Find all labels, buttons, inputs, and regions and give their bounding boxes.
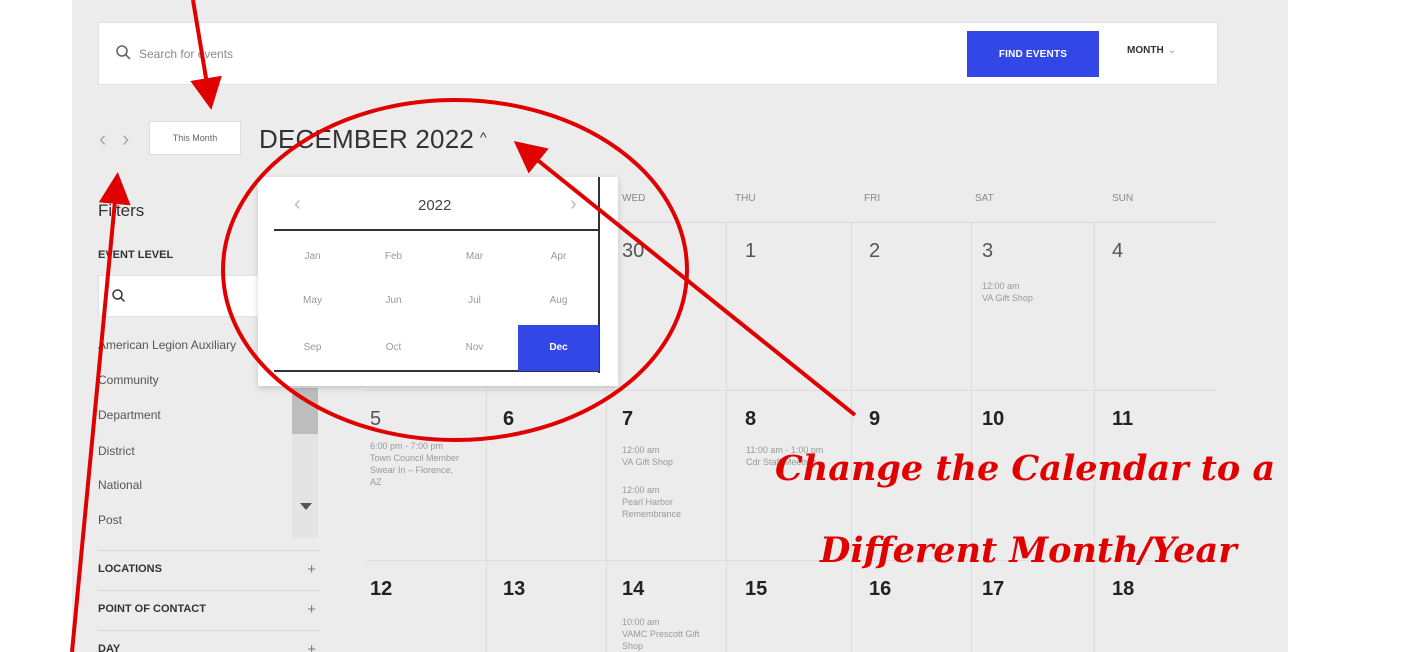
previous-month-arrow[interactable]: ‹ bbox=[99, 126, 106, 152]
day-number[interactable]: 6 bbox=[503, 408, 514, 431]
day-number[interactable]: 14 bbox=[622, 578, 644, 601]
filter-item[interactable]: Community bbox=[98, 373, 159, 387]
month-option[interactable]: Jun bbox=[353, 278, 434, 324]
day-number[interactable]: 3 bbox=[982, 240, 993, 263]
plus-icon: + bbox=[307, 641, 316, 652]
day-number[interactable]: 10 bbox=[982, 408, 1004, 431]
day-number[interactable]: 18 bbox=[1112, 578, 1134, 601]
event-level-heading[interactable]: EVENT LEVEL bbox=[98, 249, 173, 261]
event-search-bar: FIND EVENTS MONTH⌄ bbox=[98, 22, 1218, 85]
event-time: 6:00 pm - 7:00 pm bbox=[370, 441, 444, 451]
month-title-toggle[interactable]: DECEMBER 2022 ^ bbox=[259, 124, 487, 155]
day-number[interactable]: 7 bbox=[622, 408, 633, 431]
picker-year: 2022 bbox=[418, 197, 452, 214]
filters-heading: Filters bbox=[98, 201, 145, 220]
day-number[interactable]: 9 bbox=[869, 408, 880, 431]
filter-item[interactable]: Department bbox=[98, 408, 161, 422]
accordion-day[interactable]: DAY + bbox=[98, 630, 320, 652]
grid-line bbox=[366, 390, 1216, 391]
accordion-point-of-contact[interactable]: POINT OF CONTACT + bbox=[98, 590, 320, 630]
event-title: VA Gift Shop bbox=[622, 457, 673, 467]
filter-item[interactable]: Post bbox=[98, 513, 122, 527]
event-title: VA Gift Shop bbox=[982, 293, 1033, 303]
calendar-event[interactable]: 12:00 am VA Gift Shop bbox=[982, 280, 1082, 304]
annotation-text-line2: Different Month/Year bbox=[820, 530, 1237, 571]
search-input[interactable] bbox=[139, 41, 739, 67]
grid-line bbox=[971, 222, 972, 652]
month-option[interactable]: Apr bbox=[518, 234, 599, 280]
view-selector-label: MONTH bbox=[1127, 45, 1164, 56]
month-picker-popover: ‹ 2022 › Jan Feb Mar Apr May Jun Jul Aug… bbox=[258, 177, 618, 386]
view-selector[interactable]: MONTH ⌄ bbox=[1127, 45, 1176, 56]
event-time: 12:00 am bbox=[622, 445, 660, 455]
accordion-label: POINT OF CONTACT bbox=[98, 603, 206, 615]
event-title: Town Council Member Swear In – Florence,… bbox=[370, 453, 460, 487]
day-number[interactable]: 4 bbox=[1112, 240, 1123, 263]
search-icon bbox=[116, 45, 131, 60]
event-title: VAMC Prescott Gift Shop bbox=[622, 629, 700, 651]
plus-icon: + bbox=[307, 561, 316, 578]
accordion-label: DAY bbox=[98, 643, 121, 652]
event-title: Pearl Harbor Remembrance bbox=[622, 497, 682, 519]
filter-item[interactable]: National bbox=[98, 478, 142, 492]
month-option[interactable]: May bbox=[272, 278, 353, 324]
weekday-header: FRI bbox=[864, 193, 881, 204]
calendar-event[interactable]: 10:00 am VAMC Prescott Gift Shop bbox=[622, 616, 712, 652]
filter-scrollbar-thumb[interactable] bbox=[292, 388, 318, 434]
day-number[interactable]: 11 bbox=[1112, 408, 1133, 431]
weekday-header: THU bbox=[735, 193, 756, 204]
find-events-button[interactable]: FIND EVENTS bbox=[967, 31, 1099, 77]
month-option[interactable]: Oct bbox=[353, 325, 434, 371]
day-number[interactable]: 1 bbox=[745, 240, 756, 263]
day-number[interactable]: 17 bbox=[982, 578, 1004, 601]
grid-line bbox=[726, 222, 727, 652]
next-year-arrow[interactable]: › bbox=[570, 193, 577, 216]
annotation-text-line1: Change the Calendar to a bbox=[775, 448, 1276, 489]
event-time: 12:00 am bbox=[982, 281, 1020, 291]
month-option[interactable]: Mar bbox=[434, 234, 515, 280]
day-number[interactable]: 5 bbox=[370, 408, 381, 431]
filter-item[interactable]: District bbox=[98, 444, 135, 458]
grid-line bbox=[851, 222, 852, 652]
event-time: 12:00 am bbox=[622, 485, 660, 495]
next-month-arrow[interactable]: › bbox=[122, 126, 129, 152]
month-option[interactable]: Aug bbox=[518, 278, 599, 324]
scroll-down-arrow-icon[interactable] bbox=[300, 503, 312, 510]
month-option[interactable]: Jan bbox=[272, 234, 353, 280]
caret-up-icon: ^ bbox=[480, 129, 487, 145]
day-number[interactable]: 2 bbox=[869, 240, 880, 263]
grid-line bbox=[1094, 222, 1095, 652]
day-number[interactable]: 8 bbox=[745, 408, 756, 431]
this-month-button[interactable]: This Month bbox=[149, 121, 241, 155]
day-number[interactable]: 16 bbox=[869, 578, 891, 601]
month-title-text: DECEMBER 2022 bbox=[259, 124, 475, 154]
day-number[interactable]: 15 bbox=[745, 578, 767, 601]
weekday-header: WED bbox=[622, 193, 646, 204]
month-option[interactable]: Feb bbox=[353, 234, 434, 280]
calendar-event[interactable]: 12:00 am VA Gift Shop bbox=[622, 444, 712, 468]
previous-year-arrow[interactable]: ‹ bbox=[294, 193, 301, 216]
chevron-down-icon: ⌄ bbox=[1167, 45, 1177, 56]
filter-item[interactable]: American Legion Auxiliary bbox=[98, 338, 236, 352]
weekday-header: SUN bbox=[1112, 193, 1134, 204]
event-time: 10:00 am bbox=[622, 617, 660, 627]
day-number[interactable]: 13 bbox=[503, 578, 525, 601]
accordion-locations[interactable]: LOCATIONS + bbox=[98, 550, 320, 590]
divider bbox=[274, 229, 600, 231]
month-option[interactable]: Nov bbox=[434, 325, 515, 371]
day-number[interactable]: 30 bbox=[622, 240, 644, 263]
month-option[interactable]: Jul bbox=[434, 278, 515, 324]
calendar-event[interactable]: 12:00 am Pearl Harbor Remembrance bbox=[622, 484, 712, 520]
calendar-event[interactable]: 6:00 pm - 7:00 pm Town Council Member Sw… bbox=[370, 440, 462, 488]
day-number[interactable]: 12 bbox=[370, 578, 392, 601]
search-icon bbox=[112, 289, 126, 303]
accordion-label: LOCATIONS bbox=[98, 563, 162, 575]
weekday-header: SAT bbox=[975, 193, 994, 204]
month-option[interactable]: Sep bbox=[272, 325, 353, 371]
month-option-selected[interactable]: Dec bbox=[518, 325, 599, 371]
plus-icon: + bbox=[307, 601, 316, 618]
